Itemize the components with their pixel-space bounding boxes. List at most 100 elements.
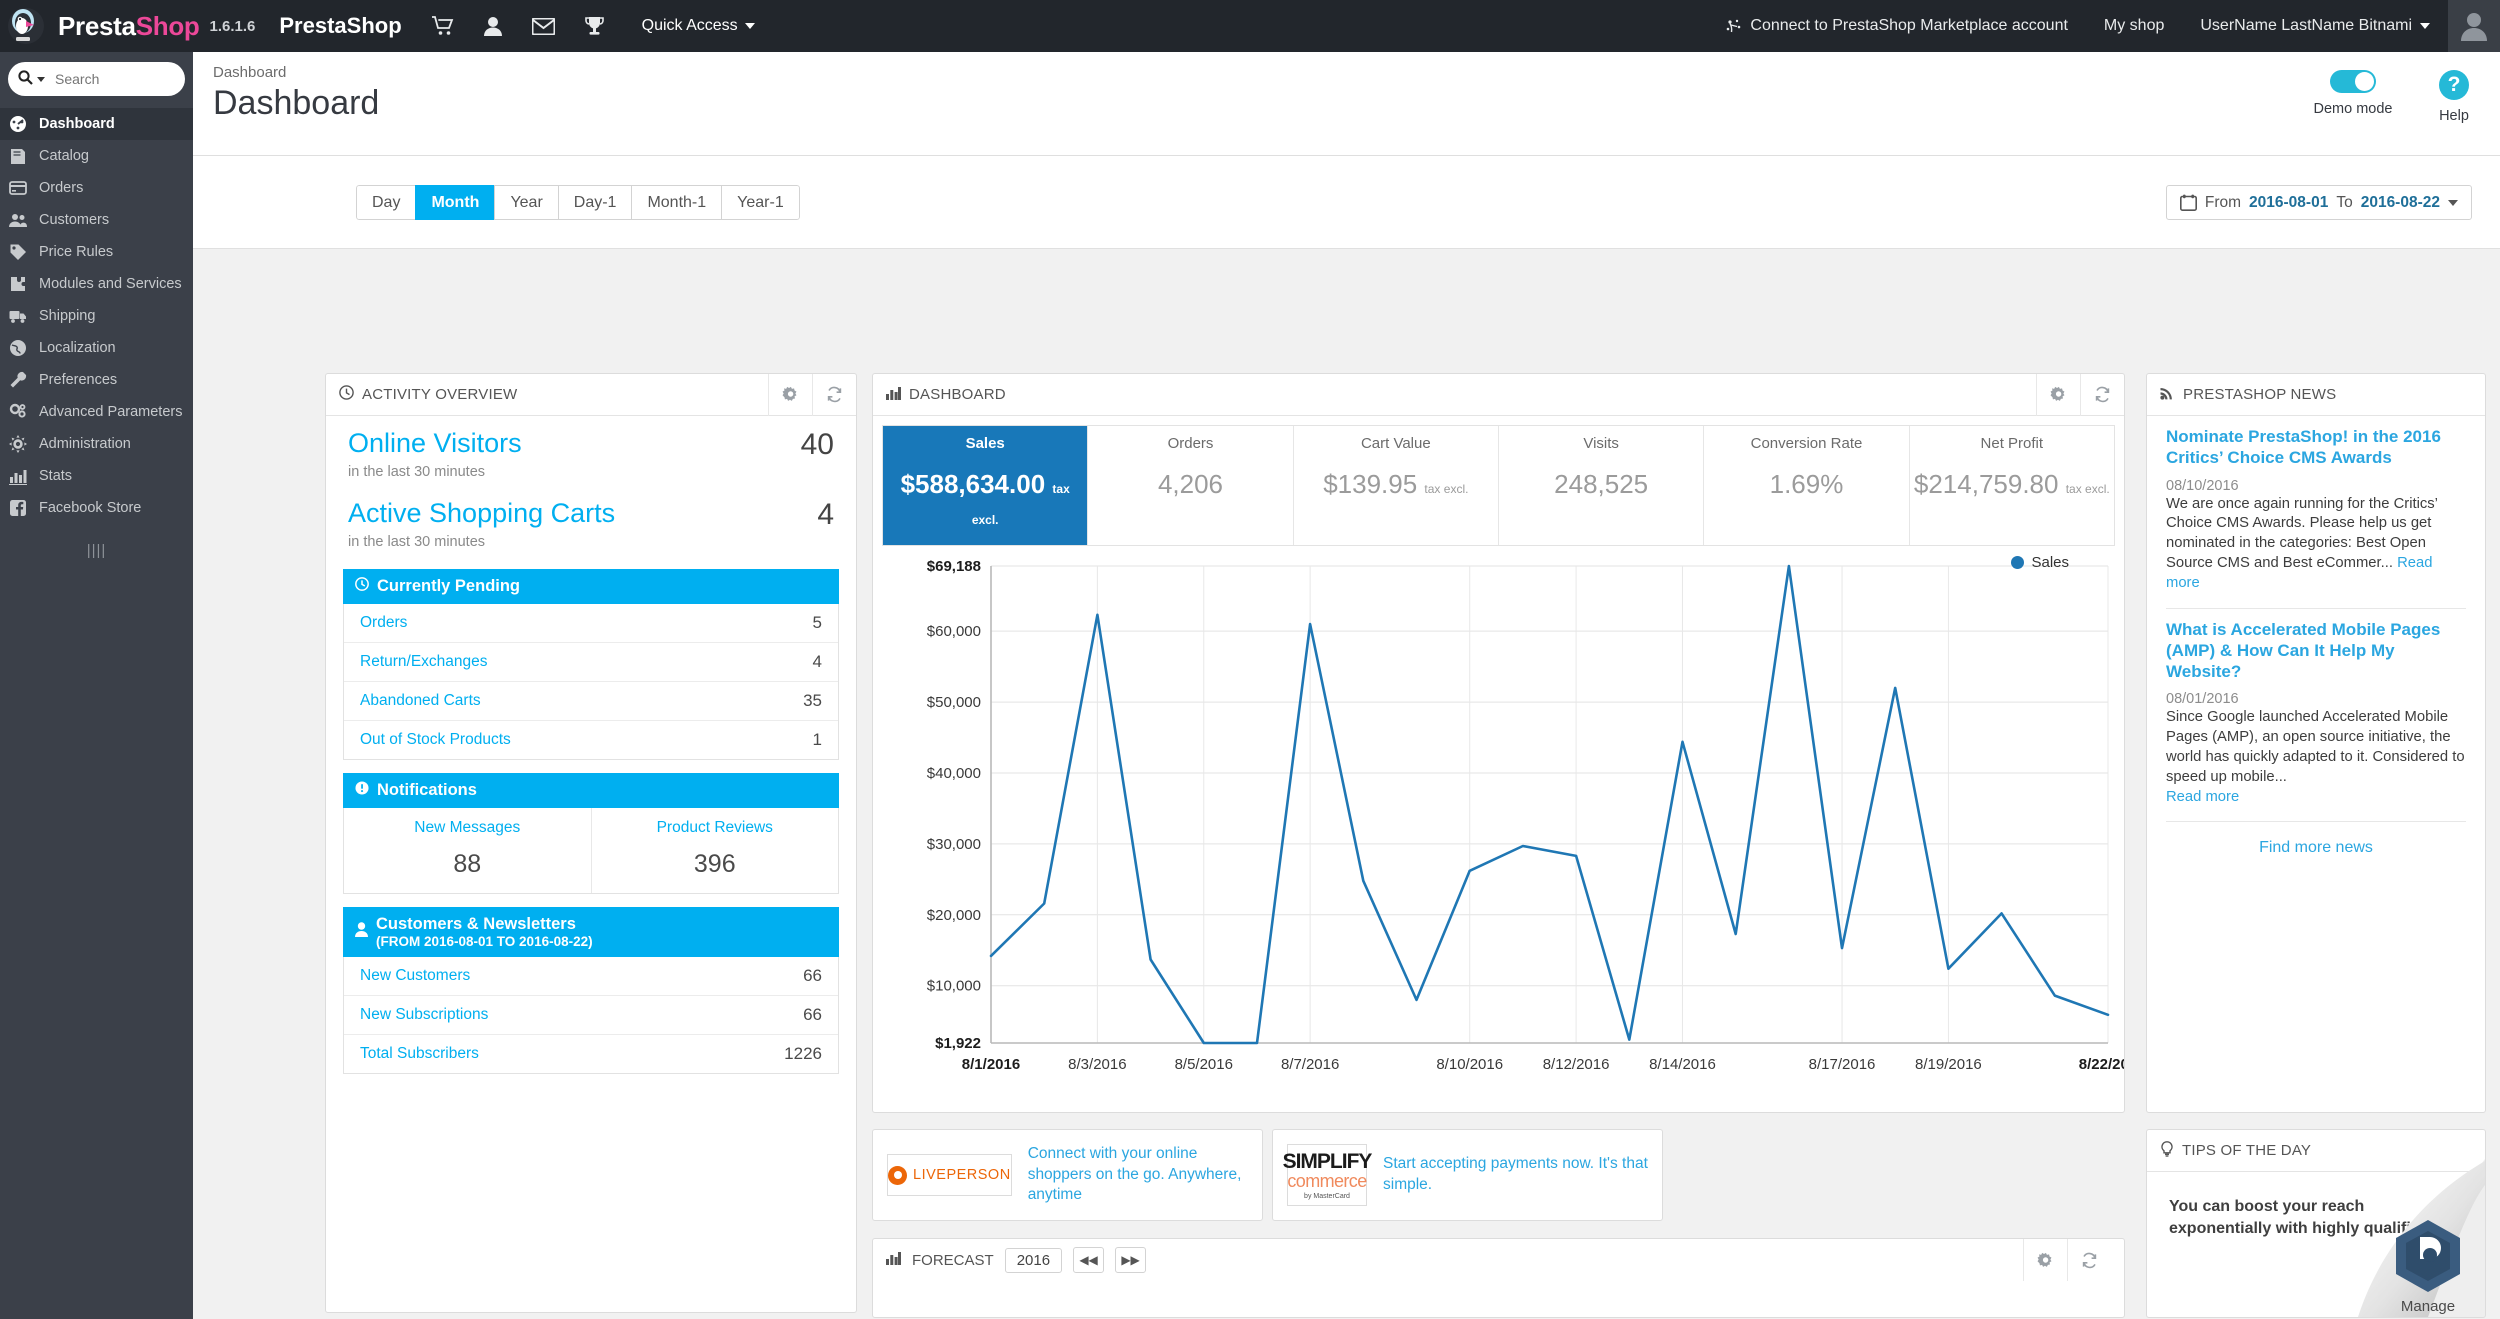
period-month-1[interactable]: Month-1 <box>631 185 722 220</box>
prestashop-logo-icon[interactable] <box>0 0 52 52</box>
demo-mode-control[interactable]: Demo mode <box>2298 70 2408 117</box>
promo-liveperson-text[interactable]: Connect with your online shoppers on the… <box>1028 1144 1248 1207</box>
sidebar-item-localization[interactable]: Localization <box>0 332 193 364</box>
date-range-picker[interactable]: From 2016-08-01 To 2016-08-22 <box>2166 185 2472 220</box>
brand-name[interactable]: PrestaShop <box>58 11 200 42</box>
sidebar-item-dashboard[interactable]: Dashboard <box>0 108 193 140</box>
promo-simplify-text[interactable]: Start accepting payments now. It's that … <box>1383 1154 1648 1196</box>
user-menu[interactable]: UserName LastName Bitnami <box>2182 17 2448 35</box>
pending-label[interactable]: Abandoned Carts <box>360 692 803 710</box>
refresh-icon[interactable] <box>812 374 856 416</box>
bitnami-badge[interactable]: Manage <box>2389 1215 2467 1315</box>
sidebar-item-advanced-parameters[interactable]: Advanced Parameters <box>0 396 193 428</box>
sidebar-item-shipping[interactable]: Shipping <box>0 300 193 332</box>
active-carts-row[interactable]: Active Shopping Carts 4 <box>326 486 856 532</box>
trophy-icon[interactable] <box>585 16 604 36</box>
find-more-news-link[interactable]: Find more news <box>2147 822 2485 857</box>
promo-simplify-commerce[interactable]: SIMPLIFY commerce by MasterCard Start ac… <box>1272 1129 1663 1221</box>
pending-row[interactable]: Orders5 <box>344 604 838 643</box>
refresh-icon[interactable] <box>2080 374 2124 416</box>
tips-header: TIPS OF THE DAY <box>2147 1130 2485 1172</box>
period-day-1[interactable]: Day-1 <box>558 185 633 220</box>
period-month[interactable]: Month <box>415 185 495 220</box>
sidebar-item-catalog[interactable]: Catalog <box>0 140 193 172</box>
customers-label[interactable]: Total Subscribers <box>360 1045 784 1063</box>
notification-label[interactable]: Product Reviews <box>592 819 839 837</box>
sidebar-item-price-rules[interactable]: Price Rules <box>0 236 193 268</box>
kpi-cart-value[interactable]: Cart Value$139.95 tax excl. <box>1293 426 1498 545</box>
sales-chart[interactable]: Sales $1,922$10,000$20,000$30,000$40,000… <box>873 546 2124 1146</box>
news-item-2: What is Accelerated Mobile Pages (AMP) &… <box>2147 609 2485 808</box>
customers-row[interactable]: Total Subscribers1226 <box>344 1035 838 1073</box>
customers-label[interactable]: New Customers <box>360 967 803 985</box>
search-input[interactable] <box>55 71 236 87</box>
search-box[interactable] <box>8 62 185 96</box>
customers-row[interactable]: New Customers66 <box>344 957 838 996</box>
sidebar-item-preferences[interactable]: Preferences <box>0 364 193 396</box>
sidebar-item-stats[interactable]: Stats <box>0 460 193 492</box>
kpi-row: Sales$588,634.00 tax excl.Orders4,206Car… <box>882 425 2115 546</box>
customer-icon[interactable] <box>484 16 502 36</box>
kpi-sales[interactable]: Sales$588,634.00 tax excl. <box>883 426 1087 545</box>
help-control[interactable]: ? Help <box>2420 70 2488 124</box>
period-year[interactable]: Year <box>494 185 558 220</box>
sidebar-collapse-handle[interactable]: |||| <box>0 542 193 559</box>
shop-name[interactable]: PrestaShop <box>279 13 401 39</box>
online-visitors-row[interactable]: Online Visitors 40 <box>326 416 856 462</box>
pending-row[interactable]: Out of Stock Products1 <box>344 721 838 759</box>
simplify-logo-line1: SIMPLIFY <box>1283 1151 1372 1172</box>
avatar[interactable] <box>2448 0 2500 52</box>
question-mark-icon[interactable]: ? <box>2439 70 2469 100</box>
dashboard-panel-header: DASHBOARD <box>873 374 2124 416</box>
customers-newsletters-header: Customers & Newsletters (FROM 2016-08-01… <box>343 907 839 957</box>
kpi-visits[interactable]: Visits248,525 <box>1498 426 1703 545</box>
pending-label[interactable]: Out of Stock Products <box>360 731 813 749</box>
customers-row[interactable]: New Subscriptions66 <box>344 996 838 1035</box>
liveperson-logo-b: PERSON <box>946 1167 1010 1183</box>
pending-row[interactable]: Abandoned Carts35 <box>344 682 838 721</box>
kpi-number: 248,525 <box>1554 469 1648 499</box>
sidebar-item-administration[interactable]: Administration <box>0 428 193 460</box>
sidebar-item-facebook-store[interactable]: Facebook Store <box>0 492 193 524</box>
period-day[interactable]: Day <box>356 185 416 220</box>
news-item-1-title[interactable]: Nominate PrestaShop! in the 2016 Critics… <box>2166 426 2466 469</box>
notification-label[interactable]: New Messages <box>344 819 591 837</box>
pending-row[interactable]: Return/Exchanges4 <box>344 643 838 682</box>
notification-cell[interactable]: Product Reviews396 <box>591 808 839 893</box>
sidebar-item-customers[interactable]: Customers <box>0 204 193 236</box>
sidebar-item-modules-and-services[interactable]: Modules and Services <box>0 268 193 300</box>
kpi-conversion-rate[interactable]: Conversion Rate1.69% <box>1703 426 1908 545</box>
envelope-icon[interactable] <box>532 18 555 35</box>
version-label: 1.6.1.6 <box>210 18 256 35</box>
forecast-year[interactable]: 2016 <box>1005 1248 1062 1273</box>
chevron-down-icon[interactable] <box>37 77 45 82</box>
pending-label[interactable]: Orders <box>360 614 813 632</box>
my-shop-link[interactable]: My shop <box>2086 17 2182 35</box>
gear-icon[interactable] <box>768 374 812 416</box>
customers-label[interactable]: New Subscriptions <box>360 1006 803 1024</box>
active-carts-label[interactable]: Active Shopping Carts <box>348 498 817 529</box>
rewind-icon[interactable]: ◀◀ <box>1073 1247 1104 1273</box>
sidebar-item-label: Dashboard <box>39 116 115 132</box>
legend-label-sales: Sales <box>2031 554 2069 571</box>
notification-cell[interactable]: New Messages88 <box>344 808 591 893</box>
gear-icon[interactable] <box>2023 1239 2067 1281</box>
news-item-2-read-more[interactable]: Read more <box>2166 789 2239 805</box>
quick-access-menu[interactable]: Quick Access <box>642 17 755 35</box>
fast-forward-icon[interactable]: ▶▶ <box>1115 1247 1146 1273</box>
news-item-2-title[interactable]: What is Accelerated Mobile Pages (AMP) &… <box>2166 619 2466 683</box>
pending-label[interactable]: Return/Exchanges <box>360 653 813 671</box>
activity-overview-header: ACTIVITY OVERVIEW <box>326 374 856 416</box>
marketplace-link[interactable]: Connect to PrestaShop Marketplace accoun… <box>1707 17 2086 35</box>
online-visitors-label[interactable]: Online Visitors <box>348 428 801 459</box>
period-year-1[interactable]: Year-1 <box>721 185 800 220</box>
brand-shop: Shop <box>136 11 200 41</box>
sidebar-item-orders[interactable]: Orders <box>0 172 193 204</box>
cart-icon[interactable] <box>432 16 454 36</box>
promo-liveperson[interactable]: LIVEPERSON Connect with your online shop… <box>872 1129 1263 1221</box>
demo-mode-toggle[interactable] <box>2330 70 2376 93</box>
kpi-orders[interactable]: Orders4,206 <box>1087 426 1292 545</box>
kpi-net-profit[interactable]: Net Profit$214,759.80 tax excl. <box>1909 426 2114 545</box>
refresh-icon[interactable] <box>2067 1239 2111 1281</box>
gear-icon[interactable] <box>2036 374 2080 416</box>
